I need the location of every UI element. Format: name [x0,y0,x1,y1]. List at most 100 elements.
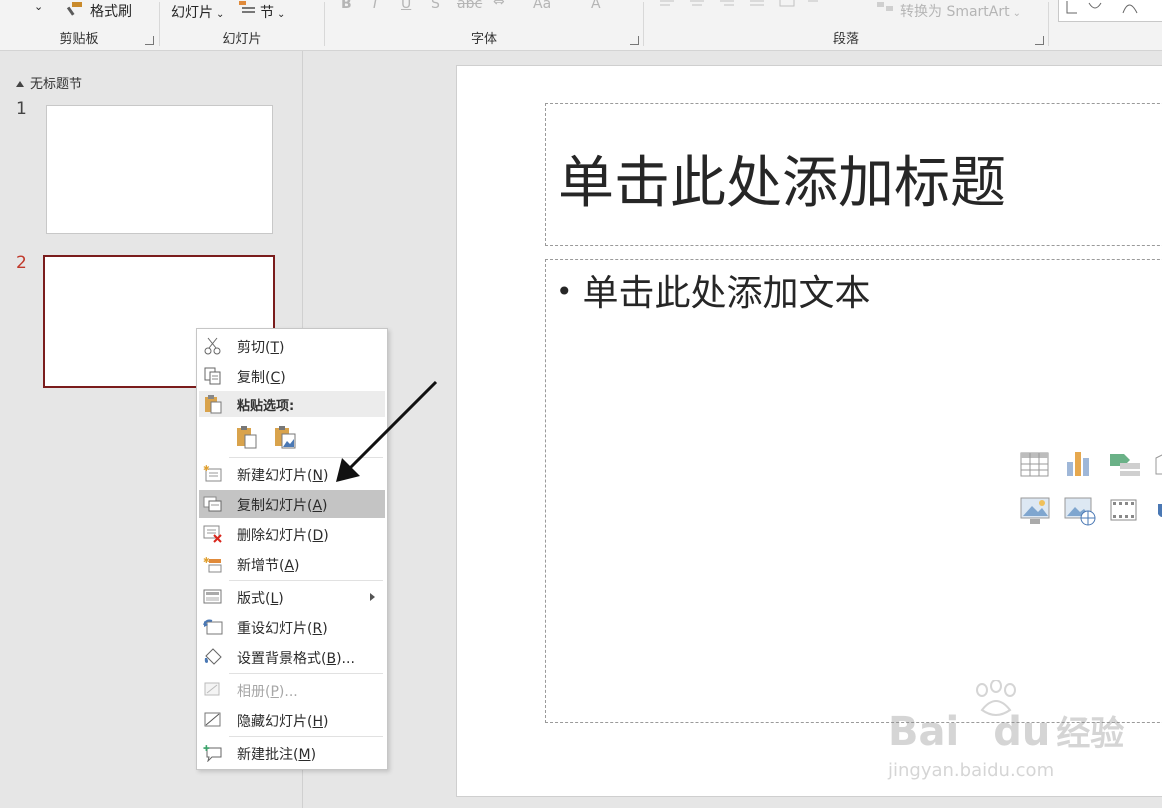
menu-label: 重设幻灯片(R) [237,621,328,637]
menu-label: 新建幻灯片(N) [237,468,329,484]
menu-item-hide-slide[interactable]: 隐藏幻灯片(H) [199,706,385,734]
clipboard-dialog-launcher[interactable] [145,36,154,45]
menu-item-add-section[interactable]: ✱ 新增节(A) [199,550,385,578]
title-placeholder[interactable]: 单击此处添加标题 [545,103,1162,246]
char-spacing-icon[interactable]: ⇔ [493,0,505,10]
bold-button[interactable]: B [341,0,352,12]
paste-options-label: 粘贴选项: [237,399,295,414]
menu-separator [229,580,383,581]
ribbon: ⌄ 格式刷 剪贴板 幻灯片 ⌄ 节 ⌄ 幻灯片 B I U S abc ⇔ Aa A… [0,0,1162,51]
insert-table-icon[interactable] [1020,452,1050,478]
menu-item-cut[interactable]: 剪切(T) [199,332,385,360]
new-slide-icon: ✱ [203,465,222,482]
shapes-gallery-icon [1066,1,1138,14]
add-section-icon: ✱ [203,556,222,573]
font-dialog-launcher[interactable] [630,36,639,45]
clipboard-group-label: 剪贴板 [59,32,99,47]
baidu-jingyan-watermark: Bai du 经验 jingyan.baidu.com [888,680,1158,790]
clipboard-icon [205,395,222,414]
menu-label: 复制幻灯片(A) [237,498,328,514]
menu-item-photo-album[interactable]: 相册(P)... [199,676,385,704]
menu-label: 设置背景格式(B)... [237,651,355,667]
menu-label: 剪切(T) [237,340,285,356]
paste-picture-icon[interactable] [273,425,297,451]
underline-button[interactable]: U [401,0,411,12]
hide-slide-icon [204,712,221,727]
change-case-button[interactable]: Aa [533,0,551,12]
shapes-gallery[interactable] [1058,0,1162,22]
menu-label: 复制(C) [237,370,286,386]
body-text: 单击此处添加文本 [582,273,871,314]
font-group-label: 字体 [470,32,497,47]
format-painter-button[interactable]: 格式刷 [90,1,132,21]
slide-number-selected: 2 [16,253,27,273]
font-group: B I U S abc ⇔ Aa A 字体 [325,0,643,50]
reset-slide-icon [203,619,223,635]
menu-separator [229,736,383,737]
svg-text:✚: ✚ [203,744,210,753]
watermark-brand: Bai du 经验 [888,709,1125,755]
new-comment-icon: ✚ [203,744,222,762]
watermark-url: jingyan.baidu.com [888,760,1055,781]
insert-picture-icon[interactable] [1020,496,1052,526]
delete-slide-icon [203,525,222,543]
format-background-icon [204,648,222,665]
slide-thumbnail-1[interactable] [46,105,273,234]
menu-label: 新增节(A) [237,558,300,574]
menu-label: 版式(L) [237,591,284,607]
menu-label: 删除幻灯片(D) [237,528,329,544]
layout-button[interactable]: 幻灯片 ⌄ [171,2,224,22]
text-shadow-button[interactable]: S [431,0,440,12]
insert-video-icon[interactable] [1110,498,1138,524]
chevron-down-icon: ⌄ [216,9,225,20]
menu-label: 隐藏幻灯片(H) [237,714,329,730]
svg-text:✱: ✱ [203,556,210,565]
menu-item-layout[interactable]: 版式(L) [199,583,385,611]
insert-online-picture-icon[interactable] [1064,496,1098,526]
format-painter-icon [66,2,82,16]
convert-smartart-button[interactable]: 转换为 SmartArt ⌄ [900,1,1021,21]
menu-item-reset-slide[interactable]: 重设幻灯片(R) [199,613,385,641]
photo-album-icon [204,682,220,696]
chevron-down-icon: ⌄ [277,9,286,20]
chevron-down-icon: ⌄ [1012,8,1022,19]
section-button[interactable]: 节 ⌄ [260,2,285,22]
title-placeholder-text: 单击此处添加标题 [558,151,1006,216]
slide-number: 1 [16,99,27,119]
font-color-button[interactable]: A [591,0,601,12]
clipboard-group: ⌄ 格式刷 剪贴板 [0,0,158,50]
duplicate-slide-icon [203,496,222,512]
submenu-arrow-icon [370,593,375,601]
menu-item-duplicate-slide[interactable]: 复制幻灯片(A) [199,490,385,518]
collapse-triangle-icon[interactable] [16,81,24,87]
section-icon [239,1,255,13]
paragraph-dialog-launcher[interactable] [1035,36,1044,45]
strikethrough-button[interactable]: abc [457,0,482,12]
insert-chart-icon[interactable] [1064,450,1092,478]
slides-group-label: 幻灯片 [222,32,262,47]
menu-item-format-background[interactable]: 设置背景格式(B)... [199,643,385,671]
menu-separator [229,673,383,674]
insert-3d-model-icon[interactable] [1154,452,1162,478]
content-placeholder-text: • 单击此处添加文本 [556,264,871,316]
insert-smartart-icon[interactable] [1108,452,1142,478]
menu-item-delete-slide[interactable]: 删除幻灯片(D) [199,520,385,548]
annotation-arrow-icon [336,380,438,482]
ribbon-separator [1048,2,1049,46]
paste-dropdown-chevron-icon[interactable]: ⌄ [34,0,43,13]
scissors-icon [204,337,221,355]
paragraph-group: 转换为 SmartArt ⌄ 段落 [644,0,1048,50]
menu-label: 新建批注(M) [237,747,317,763]
menu-label: 相册(P)... [237,684,298,700]
svg-text:✱: ✱ [203,465,210,473]
paste-keep-formatting-icon[interactable] [235,425,259,451]
content-placeholder[interactable]: • 单击此处添加文本 [545,259,1162,723]
italic-button[interactable]: I [373,0,377,12]
insert-icons-icon[interactable] [1156,500,1162,522]
section-header[interactable]: 无标题节 [16,73,82,92]
layout-icon [203,589,222,604]
paragraph-group-label: 段落 [832,32,859,47]
copy-icon [204,367,221,385]
smartart-icon [877,2,893,11]
menu-item-new-comment[interactable]: ✚ 新建批注(M) [199,739,385,767]
